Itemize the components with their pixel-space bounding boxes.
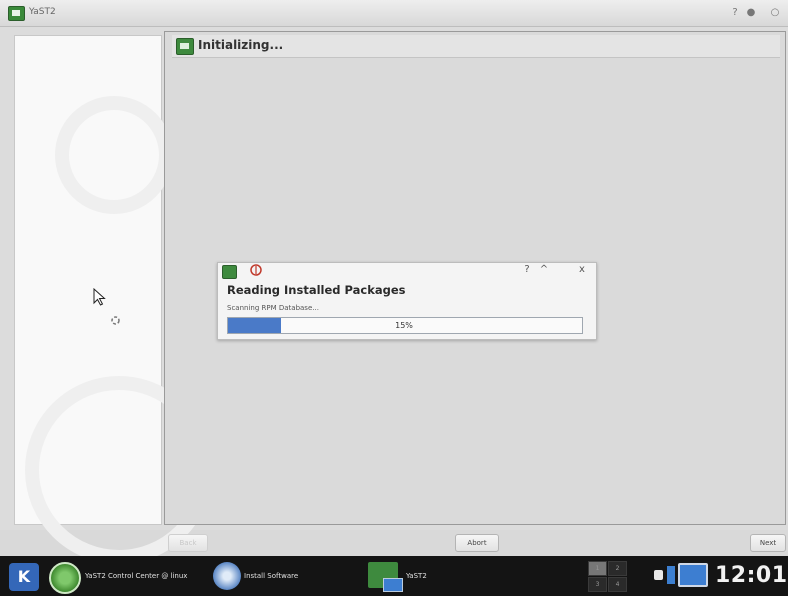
page-title: Initializing...: [198, 38, 284, 52]
task-label: YaST2 Control Center @ linux: [85, 572, 188, 580]
pager-desktop-2[interactable]: 2: [608, 561, 627, 576]
next-button[interactable]: Next: [750, 534, 786, 552]
monitor-icon: [383, 578, 403, 592]
abort-button[interactable]: Abort: [455, 534, 499, 552]
tray-network-icon[interactable]: [667, 566, 675, 584]
pager-desktop-4[interactable]: 4: [608, 577, 627, 592]
tray-notification-icon[interactable]: [654, 570, 663, 580]
kde-menu-icon[interactable]: K: [9, 563, 39, 591]
desktop-pager[interactable]: 1 2 3 4: [588, 561, 627, 592]
dialog-help-icon[interactable]: ?: [521, 264, 533, 275]
pager-desktop-1[interactable]: 1: [588, 561, 607, 576]
task-label: Install Software: [244, 572, 299, 580]
yast-control-center-icon: [49, 562, 81, 594]
decorative-arc: [55, 96, 173, 214]
yast-app-icon: [8, 6, 25, 21]
back-button[interactable]: Back: [168, 534, 208, 552]
dialog-title: Reading Installed Packages: [227, 283, 406, 297]
window-close-icon[interactable]: ○: [768, 6, 782, 20]
left-side-panel: [14, 35, 213, 564]
window-title: YaST2: [29, 7, 56, 17]
pin-icon[interactable]: [249, 263, 263, 277]
install-software-icon: [213, 562, 241, 590]
clock[interactable]: 12:01: [715, 563, 788, 588]
dialog-status-text: Scanning RPM Database...: [227, 304, 319, 312]
busy-indicator-icon: [111, 316, 120, 325]
window-titlebar[interactable]: [0, 0, 788, 27]
dialog-shade-icon[interactable]: ^: [538, 264, 550, 275]
dialog-close-icon[interactable]: x: [576, 264, 588, 275]
taskbar-task-control-center[interactable]: YaST2 Control Center @ linux: [45, 560, 205, 594]
taskbar-task-yast[interactable]: YaST2: [365, 560, 515, 592]
pager-desktop-3[interactable]: 3: [588, 577, 607, 592]
window-help-icon[interactable]: ?: [728, 6, 742, 20]
mouse-pointer-icon: [93, 288, 106, 306]
tray-display-icon[interactable]: [678, 563, 708, 587]
taskbar-task-install-software[interactable]: Install Software: [210, 560, 360, 592]
window-minimize-icon[interactable]: ●: [744, 6, 758, 20]
progress-percent: 15%: [395, 321, 413, 330]
yast-module-icon: [176, 38, 194, 55]
task-label: YaST2: [406, 572, 427, 580]
dialog-app-icon: [222, 265, 237, 279]
